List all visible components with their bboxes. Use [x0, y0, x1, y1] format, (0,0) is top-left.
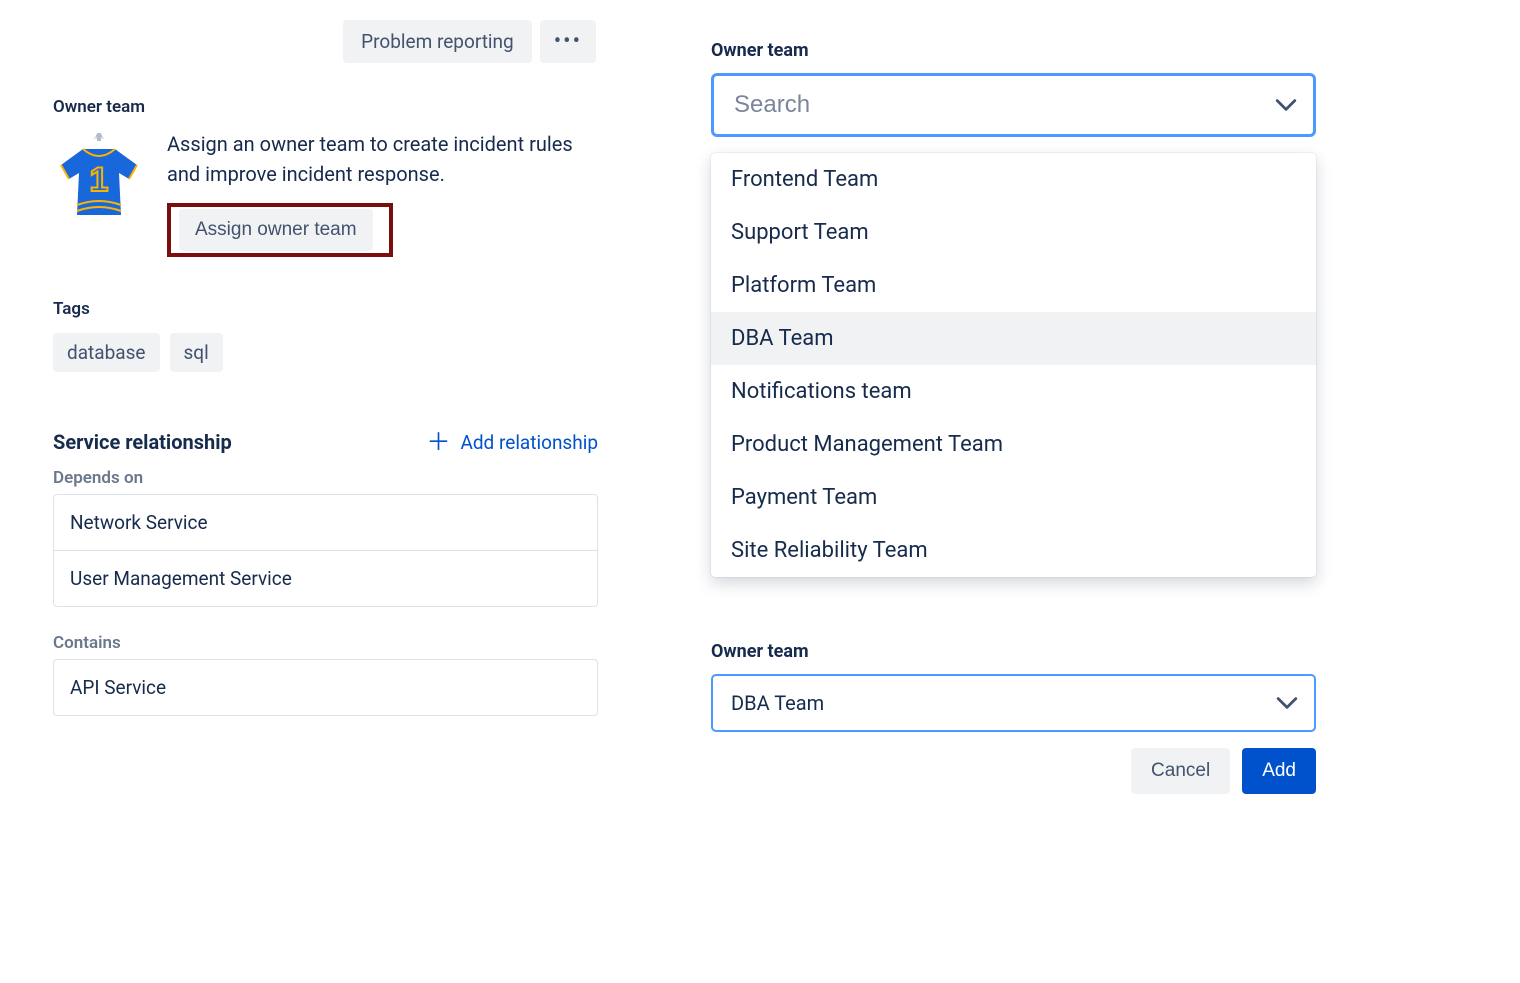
owner-team-selected-section: Owner team DBA Team Cancel Add: [711, 641, 1316, 794]
owner-team-select[interactable]: DBA Team: [711, 674, 1316, 732]
dropdown-option-dba[interactable]: DBA Team: [711, 312, 1316, 365]
dropdown-option-sre[interactable]: Site Reliability Team: [711, 524, 1316, 577]
dialog-actions: Cancel Add: [711, 748, 1316, 794]
owner-team-text-wrap: Assign an owner team to create incident …: [167, 129, 598, 257]
owner-team-block: 1 Assign an owner team to create inciden…: [53, 129, 598, 257]
service-relationship-header: Service relationship ＋ Add relationship: [53, 430, 598, 454]
contains-label: Contains: [53, 633, 598, 653]
owner-team-selected-label: Owner team: [711, 641, 1316, 662]
dropdown-option-support[interactable]: Support Team: [711, 206, 1316, 259]
svg-text:1: 1: [90, 161, 109, 199]
depends-on-list: Network Service User Management Service: [53, 494, 598, 607]
assign-owner-team-button[interactable]: Assign owner team: [179, 209, 373, 251]
more-icon: •••: [554, 35, 582, 49]
chevron-down-icon: [1275, 94, 1297, 116]
owner-team-search[interactable]: [711, 73, 1316, 137]
dropdown-option-product-mgmt[interactable]: Product Management Team: [711, 418, 1316, 471]
list-item[interactable]: API Service: [54, 660, 597, 715]
contains-list: API Service: [53, 659, 598, 716]
owner-team-selected-value: DBA Team: [731, 691, 1276, 715]
owner-team-section: Owner team 1 Assign an owner team to cr: [53, 97, 598, 257]
plus-icon: ＋: [426, 430, 450, 454]
owner-team-dropdown: Frontend Team Support Team Platform Team…: [711, 153, 1316, 577]
add-button[interactable]: Add: [1242, 748, 1316, 794]
cancel-button[interactable]: Cancel: [1131, 748, 1230, 794]
search-input[interactable]: [734, 91, 1275, 119]
assign-owner-highlight: Assign owner team: [167, 203, 393, 257]
top-actions: Problem reporting •••: [53, 20, 598, 63]
list-item[interactable]: User Management Service: [54, 550, 597, 606]
owner-team-description: Assign an owner team to create incident …: [167, 129, 598, 189]
owner-team-field-label: Owner team: [711, 40, 1316, 61]
chevron-down-icon: [1276, 692, 1298, 714]
owner-team-label: Owner team: [53, 97, 598, 117]
tags-row: database sql: [53, 333, 598, 372]
list-item[interactable]: Network Service: [54, 495, 597, 550]
dropdown-option-frontend[interactable]: Frontend Team: [711, 153, 1316, 206]
dropdown-option-payment[interactable]: Payment Team: [711, 471, 1316, 524]
dropdown-option-platform[interactable]: Platform Team: [711, 259, 1316, 312]
more-actions-button[interactable]: •••: [540, 20, 596, 63]
depends-on-label: Depends on: [53, 468, 598, 488]
add-relationship-link[interactable]: ＋ Add relationship: [426, 430, 598, 454]
tag-database[interactable]: database: [53, 333, 160, 372]
tag-sql[interactable]: sql: [170, 333, 223, 372]
jersey-icon: 1: [53, 129, 145, 221]
dropdown-option-notifications[interactable]: Notifications team: [711, 365, 1316, 418]
service-relationship-section: Service relationship ＋ Add relationship …: [53, 430, 598, 716]
tags-section: Tags database sql: [53, 299, 598, 372]
left-panel: Problem reporting ••• Owner team 1: [53, 20, 598, 716]
tags-label: Tags: [53, 299, 598, 319]
right-panel: Owner team Frontend Team Support Team Pl…: [711, 40, 1316, 794]
add-relationship-label: Add relationship: [460, 431, 598, 454]
service-relationship-title: Service relationship: [53, 430, 232, 454]
problem-reporting-chip[interactable]: Problem reporting: [343, 20, 532, 63]
